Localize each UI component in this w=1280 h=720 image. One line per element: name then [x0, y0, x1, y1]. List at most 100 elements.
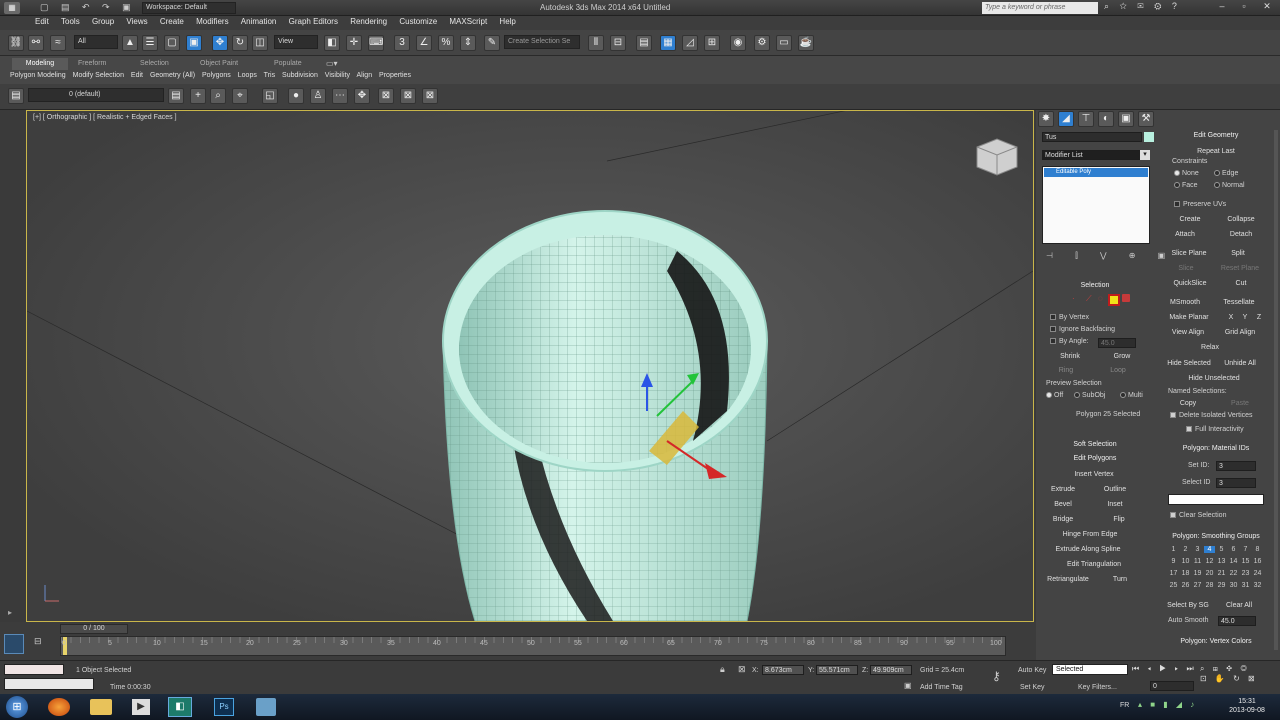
attach-button[interactable]: Attach	[1166, 229, 1204, 241]
menu-modifiers[interactable]: Modifiers	[191, 16, 233, 27]
material-ids-header[interactable]: Polygon: Material IDs	[1162, 445, 1270, 452]
sg-19[interactable]: 19	[1192, 570, 1203, 577]
shrink-button[interactable]: Shrink	[1050, 351, 1090, 363]
planar-y-button[interactable]: Y	[1240, 312, 1250, 324]
shirt-icon[interactable]: ♙	[310, 88, 326, 104]
ribbon-options-icon[interactable]: ▭▾	[326, 59, 338, 68]
curve-editor-mini-button[interactable]	[4, 634, 24, 654]
workspace-dropdown[interactable]: Workspace: Default	[142, 2, 236, 14]
maximize-button[interactable]: ▫	[1234, 1, 1254, 14]
turn-button[interactable]: Turn	[1106, 574, 1134, 586]
selection-filter-dropdown[interactable]: All	[74, 35, 118, 49]
vertex-colors-header[interactable]: Polygon: Vertex Colors	[1162, 638, 1270, 645]
select-id-button[interactable]: Select ID	[1182, 479, 1210, 486]
collapse-button[interactable]: Collapse	[1220, 214, 1262, 226]
time-slider[interactable]: 0 / 100	[60, 624, 128, 634]
panel-polygon-modeling[interactable]: Polygon Modeling	[10, 72, 66, 79]
slice-plane-button[interactable]: Slice Plane	[1166, 248, 1212, 260]
edit-geometry-header[interactable]: Edit Geometry	[1162, 132, 1270, 139]
panel-tris[interactable]: Tris	[264, 72, 275, 79]
loop-button[interactable]: Loop	[1100, 365, 1136, 377]
create-tab-icon[interactable]: ✸	[1038, 111, 1054, 127]
panel-align[interactable]: Align	[357, 72, 373, 79]
inset-button[interactable]: Inset	[1096, 499, 1134, 511]
photoshop-icon[interactable]: Ps	[214, 698, 234, 716]
panel-polygons[interactable]: Polygons	[202, 72, 231, 79]
sg-12[interactable]: 12	[1204, 558, 1215, 565]
viewport-scene[interactable]	[27, 111, 1033, 621]
select-by-name-icon[interactable]: ☰	[142, 35, 158, 51]
infocenter-icons[interactable]: ⌕ ☆ ✉ ⚙ ?	[1104, 1, 1181, 12]
panel-modify-selection[interactable]: Modify Selection	[73, 72, 124, 79]
panel-subdivision[interactable]: Subdivision	[282, 72, 318, 79]
menu-rendering[interactable]: Rendering	[345, 16, 392, 27]
ref-coord-dropdown[interactable]: View	[274, 35, 318, 49]
sg-7[interactable]: 7	[1240, 546, 1251, 553]
quick-access-icons[interactable]: ▢ ▤ ↶ ↷ ▣	[40, 2, 136, 13]
percent-snap-icon[interactable]: %	[438, 35, 454, 51]
start-button[interactable]: ⊞	[6, 696, 28, 718]
hinge-from-edge-button[interactable]: Hinge From Edge	[1050, 529, 1130, 541]
3dsmax-taskbar-icon[interactable]: ◧	[168, 697, 192, 717]
bevel-button[interactable]: Bevel	[1044, 499, 1082, 511]
app-logo-icon[interactable]: ▦	[4, 2, 20, 14]
track-bar-icon[interactable]: ⊟	[34, 636, 42, 647]
keyboard-shortcut-icon[interactable]: ⌨	[368, 35, 384, 51]
unlink-icon[interactable]: ⚯	[28, 35, 44, 51]
constraint-face-radio[interactable]: Face	[1174, 182, 1198, 189]
media-player-icon[interactable]: ▶	[132, 699, 150, 715]
sg-29[interactable]: 29	[1216, 582, 1227, 589]
menu-help[interactable]: Help	[494, 16, 520, 27]
align-icon[interactable]: ⊟	[610, 35, 626, 51]
sg-20[interactable]: 20	[1204, 570, 1215, 577]
set-key-button[interactable]: Set Key	[1020, 684, 1045, 691]
quickslice-button[interactable]: QuickSlice	[1166, 278, 1214, 290]
repeat-last-button[interactable]: Repeat Last	[1176, 146, 1256, 158]
edge-mode-icon[interactable]: ⟋	[1086, 294, 1096, 304]
select-id-field[interactable]: 3	[1216, 478, 1256, 488]
smoothing-group-grid[interactable]: 1 2 3 4 5 6 7 8 9 10 11 12 13 14 15 16 1…	[1168, 546, 1268, 596]
panel-loops[interactable]: Loops	[238, 72, 257, 79]
grow-button[interactable]: Grow	[1100, 351, 1144, 363]
hide-selected-button[interactable]: Hide Selected	[1164, 358, 1214, 370]
view-align-button[interactable]: View Align	[1166, 327, 1210, 339]
playback-controls[interactable]: ⏮ ◂ ▶ ▸ ⏭	[1132, 664, 1197, 674]
render-icon[interactable]: ☕	[798, 35, 814, 51]
rotate-icon[interactable]: ↻	[232, 35, 248, 51]
viewport-orthographic[interactable]: [+] [ Orthographic ] [ Realistic + Edged…	[26, 110, 1034, 622]
move-icon[interactable]: ✥	[212, 35, 228, 51]
set-current-layer-icon[interactable]: ⌖	[232, 88, 248, 104]
firefox-icon[interactable]	[48, 698, 70, 716]
select-by-sg-button[interactable]: Select By SG	[1166, 600, 1210, 612]
element-mode-icon[interactable]	[1122, 294, 1130, 302]
planar-z-button[interactable]: Z	[1254, 312, 1264, 324]
link-icon[interactable]: ⛓	[8, 35, 24, 51]
ribbon-tab-selection[interactable]: Selection	[140, 60, 169, 67]
sg-15[interactable]: 15	[1240, 558, 1251, 565]
add-to-layer-icon[interactable]: +	[190, 88, 206, 104]
sg-31[interactable]: 31	[1240, 582, 1251, 589]
auto-smooth-field[interactable]: 45.0	[1218, 616, 1256, 626]
constraint-none-radio[interactable]: None	[1174, 170, 1199, 177]
motion-tab-icon[interactable]: ◐	[1098, 111, 1114, 127]
menu-edit[interactable]: Edit	[30, 16, 54, 27]
sg-10[interactable]: 10	[1180, 558, 1191, 565]
edit-named-sets-icon[interactable]: ✎	[484, 35, 500, 51]
layer-tool-4-icon[interactable]: ⊠	[422, 88, 438, 104]
menu-maxscript[interactable]: MAXScript	[444, 16, 492, 27]
panel-properties[interactable]: Properties	[379, 72, 411, 79]
sg-13[interactable]: 13	[1216, 558, 1227, 565]
by-vertex-checkbox[interactable]: By Vertex	[1050, 314, 1089, 321]
edit-triangulation-button[interactable]: Edit Triangulation	[1056, 559, 1132, 571]
menu-group[interactable]: Group	[87, 16, 119, 27]
key-icon[interactable]: ⚷	[992, 669, 1001, 683]
bind-spacewarp-icon[interactable]: ≈	[50, 35, 66, 51]
isolate-layer-icon[interactable]: ◱	[262, 88, 278, 104]
add-time-tag[interactable]: Add Time Tag	[920, 684, 963, 691]
sg-23[interactable]: 23	[1240, 570, 1251, 577]
cylinder-mesh[interactable]	[442, 210, 768, 621]
sg-32[interactable]: 32	[1252, 582, 1263, 589]
tray-icons[interactable]: ▴ ■ ▮ ◢ ♪	[1138, 700, 1197, 709]
named-selection-dropdown[interactable]: Create Selection Se	[504, 35, 580, 49]
ribbon-tab-populate[interactable]: Populate	[274, 60, 302, 67]
